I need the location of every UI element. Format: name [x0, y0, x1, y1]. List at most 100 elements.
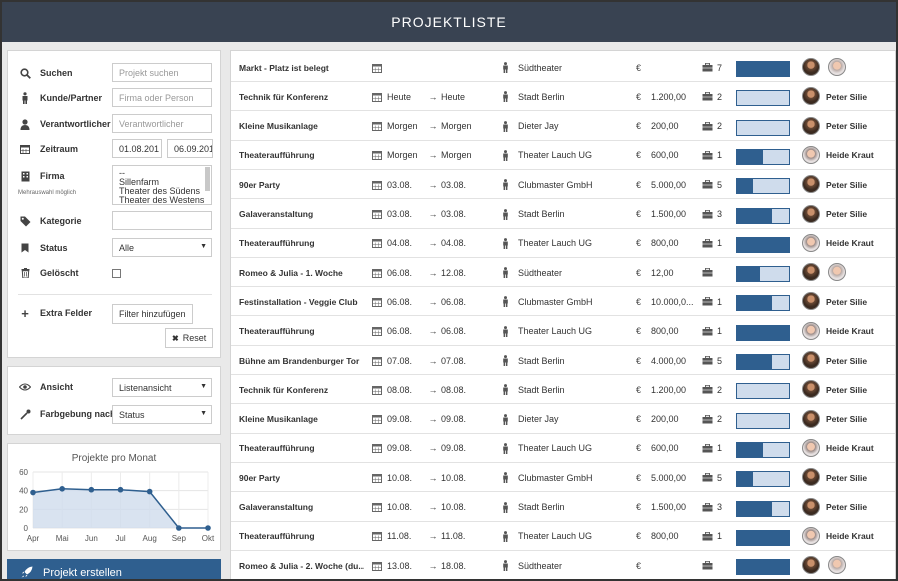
- avatar[interactable]: [802, 526, 820, 545]
- customer-name[interactable]: Stadt Berlin: [518, 346, 628, 375]
- table-row[interactable]: 90er Party 10.08. → 10.08. Clubmaster GmbH €5…: [231, 463, 895, 493]
- table-row[interactable]: Markt - Platz ist belegt Südtheater €7: [231, 53, 895, 82]
- project-name[interactable]: Theateraufführung: [239, 229, 364, 258]
- avatar[interactable]: [802, 351, 820, 369]
- customer-name[interactable]: Clubmaster GmbH: [518, 463, 628, 492]
- customer-name[interactable]: Stadt Berlin: [518, 82, 628, 111]
- avatar[interactable]: [802, 145, 820, 164]
- table-row[interactable]: Bühne am Brandenburger Tor 07.08. → 07.08. S…: [231, 346, 895, 375]
- scrollbar[interactable]: [205, 167, 210, 191]
- avatar[interactable]: [802, 233, 820, 252]
- deleted-checkbox[interactable]: [112, 269, 121, 278]
- customer-name[interactable]: Stadt Berlin: [518, 375, 628, 404]
- category-input[interactable]: [112, 211, 212, 230]
- customer-name[interactable]: Dieter Jay: [518, 405, 628, 434]
- avatar[interactable]: [802, 380, 820, 399]
- table-row[interactable]: Festinstallation - Veggie Club 06.08. → 06.…: [231, 287, 895, 317]
- end-date: 10.08.: [441, 502, 467, 512]
- project-name[interactable]: 90er Party: [239, 463, 364, 492]
- table-row[interactable]: Technik für Konferenz 08.08. → 08.08. Stadt …: [231, 375, 895, 405]
- table-row[interactable]: Technik für Konferenz Heute → Heute Stadt Be…: [231, 82, 895, 112]
- table-row[interactable]: 90er Party 03.08. → 03.08. Clubmaster GmbH €5…: [231, 170, 895, 200]
- project-name[interactable]: Technik für Konferenz: [239, 82, 364, 111]
- view-mode-select[interactable]: Listenansicht ▼: [112, 378, 212, 397]
- period-to-input[interactable]: 06.09.201: [167, 139, 213, 158]
- customer-name[interactable]: Clubmaster GmbH: [518, 170, 628, 199]
- avatar[interactable]: [802, 409, 820, 428]
- avatar[interactable]: [802, 204, 820, 223]
- table-row[interactable]: Romeo & Julia - 1. Woche 06.08. → 12.08. Süd…: [231, 258, 895, 288]
- end-date: 09.08.: [441, 443, 467, 454]
- avatar[interactable]: [802, 468, 820, 487]
- project-name[interactable]: Kleine Musikanlage: [239, 112, 364, 141]
- project-name[interactable]: Theateraufführung: [239, 434, 364, 463]
- start-date: 07.08.: [387, 355, 413, 366]
- table-row[interactable]: Theateraufführung 11.08. → 11.08. Theater La…: [231, 522, 895, 551]
- customer-name[interactable]: Südtheater: [518, 53, 628, 82]
- avatar[interactable]: [802, 292, 820, 311]
- period-from-input[interactable]: 01.08.201: [112, 139, 162, 158]
- customer-name[interactable]: Theater Lauch UG: [518, 317, 628, 346]
- project-name[interactable]: Galaveranstaltung: [239, 200, 364, 229]
- chart-title: Projekte pro Monat: [72, 453, 157, 464]
- table-row[interactable]: Theateraufführung 09.08. → 09.08. Theater La…: [231, 434, 895, 463]
- table-row[interactable]: Theateraufführung 04.08. → 04.08. Theater La…: [231, 229, 895, 258]
- customer-name[interactable]: Dieter Jay: [518, 112, 628, 141]
- customer-name[interactable]: Clubmaster GmbH: [518, 287, 628, 316]
- table-row[interactable]: Romeo & Julia - 2. Woche (du... 13.08. → 18…: [231, 551, 895, 579]
- table-row[interactable]: Theateraufführung Morgen → Morgen Theater La…: [231, 141, 895, 170]
- customer-name[interactable]: Theater Lauch UG: [518, 229, 628, 258]
- table-row[interactable]: Galaveranstaltung 03.08. → 03.08. Stadt Berl…: [231, 200, 895, 229]
- calendar-icon: [18, 144, 32, 154]
- add-filter-button[interactable]: Filter hinzufügen: [112, 304, 193, 324]
- table-row[interactable]: Theateraufführung 06.08. → 06.08. Theater La…: [231, 317, 895, 346]
- calendar-icon: [372, 551, 384, 579]
- project-name[interactable]: Theateraufführung: [239, 141, 364, 170]
- project-name[interactable]: Romeo & Julia - 1. Woche: [239, 258, 364, 287]
- item-count: 5: [717, 472, 723, 483]
- customer-name[interactable]: Südtheater: [518, 551, 628, 579]
- customer-name[interactable]: Theater Lauch UG: [518, 434, 628, 463]
- avatar[interactable]: [828, 263, 846, 282]
- avatar[interactable]: [802, 497, 820, 516]
- search-input[interactable]: Projekt suchen: [112, 63, 212, 82]
- reset-button[interactable]: ✖ Reset: [165, 328, 214, 348]
- project-name[interactable]: Romeo & Julia - 2. Woche (du...: [239, 551, 364, 579]
- avatar[interactable]: [828, 556, 846, 575]
- project-name[interactable]: Galaveranstaltung: [239, 493, 364, 522]
- customer-name[interactable]: Theater Lauch UG: [518, 141, 628, 170]
- status-select[interactable]: Alle ▼: [112, 238, 212, 257]
- company-multiselect[interactable]: -- Sillenfarm Theater des Südens Theater…: [112, 165, 212, 205]
- avatar[interactable]: [802, 321, 820, 340]
- avatar[interactable]: [802, 87, 820, 106]
- customer-name[interactable]: Theater Lauch UG: [518, 522, 628, 551]
- table-row[interactable]: Kleine Musikanlage Morgen → Morgen Dieter Ja…: [231, 112, 895, 141]
- customer-name[interactable]: Stadt Berlin: [518, 200, 628, 229]
- project-name[interactable]: Technik für Konferenz: [239, 375, 364, 404]
- table-row[interactable]: Galaveranstaltung 10.08. → 10.08. Stadt Berl…: [231, 493, 895, 522]
- avatar[interactable]: [802, 556, 820, 575]
- avatar[interactable]: [828, 58, 846, 76]
- avatar[interactable]: [802, 175, 820, 194]
- project-name[interactable]: Bühne am Brandenburger Tor: [239, 346, 364, 375]
- project-name[interactable]: Festinstallation - Veggie Club: [239, 287, 364, 316]
- project-name[interactable]: Markt - Platz ist belegt: [239, 53, 364, 82]
- avatar[interactable]: [802, 58, 820, 76]
- customer-name[interactable]: Südtheater: [518, 258, 628, 287]
- customer-name[interactable]: Stadt Berlin: [518, 493, 628, 522]
- progress-fill: [737, 237, 789, 252]
- table-row[interactable]: Kleine Musikanlage 09.08. → 09.08. Dieter Ja…: [231, 405, 895, 434]
- company-option[interactable]: Theater des Westens: [119, 196, 205, 205]
- avatar[interactable]: [802, 438, 820, 457]
- color-by-select[interactable]: Status ▼: [112, 405, 212, 424]
- avatar[interactable]: [802, 116, 820, 135]
- create-project-button[interactable]: Projekt erstellen: [7, 559, 221, 579]
- project-name[interactable]: Theateraufführung: [239, 522, 364, 551]
- avatar[interactable]: [802, 263, 820, 282]
- project-name[interactable]: Kleine Musikanlage: [239, 405, 364, 434]
- project-name[interactable]: 90er Party: [239, 170, 364, 199]
- customer-input[interactable]: Firma oder Person: [112, 88, 212, 107]
- end-date: Heute: [441, 91, 466, 102]
- project-name[interactable]: Theateraufführung: [239, 317, 364, 346]
- responsible-input[interactable]: Verantwortlicher: [112, 114, 212, 133]
